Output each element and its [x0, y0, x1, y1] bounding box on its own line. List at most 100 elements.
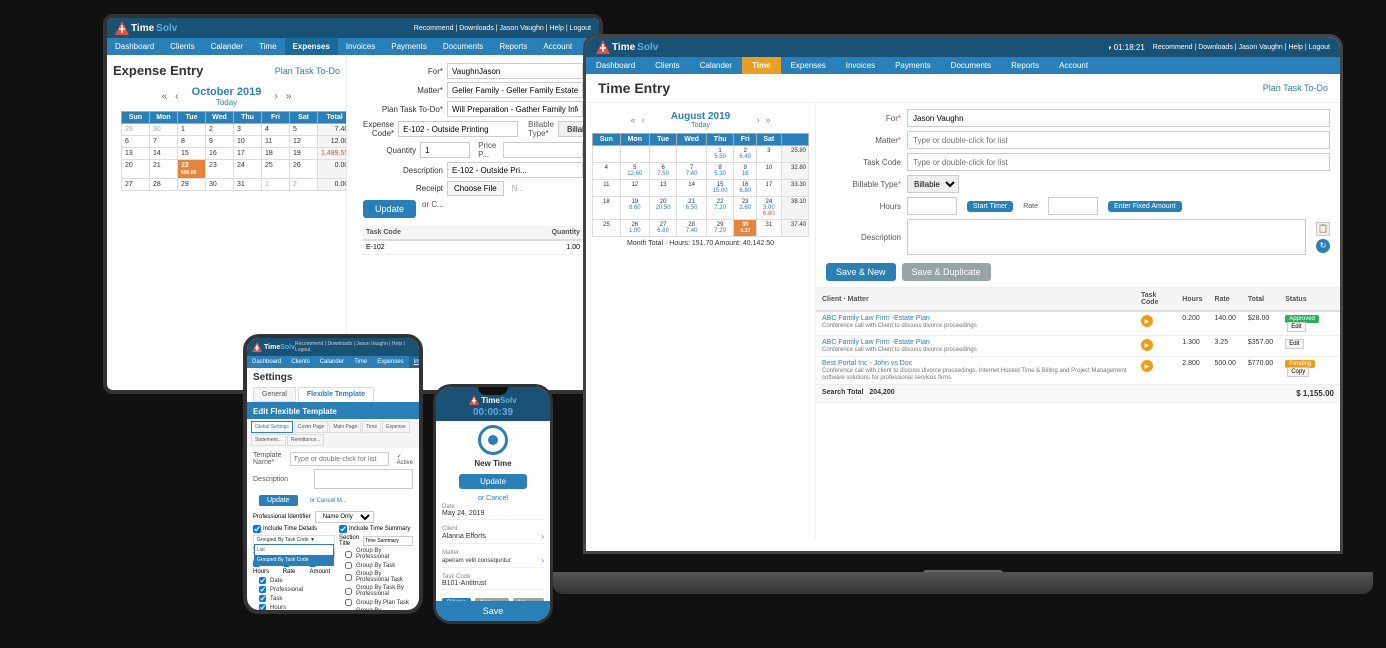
cal-cell[interactable]: 14: [150, 148, 178, 160]
nav-payments[interactable]: Payments: [383, 38, 435, 55]
phone-update-button[interactable]: Update: [459, 474, 527, 489]
professional-id-select[interactable]: Name Only: [315, 511, 374, 523]
nav-reports[interactable]: Reports: [491, 38, 535, 55]
quantity-input[interactable]: [420, 142, 470, 158]
subtab-remittance[interactable]: Remittance...: [287, 434, 324, 446]
cal-cell[interactable]: 26.40: [734, 146, 757, 163]
cal-cell[interactable]: 77.40: [677, 163, 707, 180]
cal-cell[interactable]: 24: [234, 160, 262, 179]
group-task-prof-checkbox[interactable]: [345, 588, 352, 595]
grouped-by-dropdown[interactable]: Grouped By Task Code ▼ List Grouped By T…: [253, 535, 335, 545]
cal-cell[interactable]: 4: [593, 163, 621, 180]
cal-cell[interactable]: 18: [262, 148, 290, 160]
tablet-nav-calander[interactable]: Calander: [315, 356, 349, 368]
expense-code-input[interactable]: [398, 121, 518, 137]
include-time-checkbox[interactable]: [253, 525, 261, 533]
cal-cell[interactable]: 31: [234, 179, 262, 191]
cal-cell[interactable]: 198.60: [620, 197, 649, 220]
timer-icon[interactable]: ▶: [1141, 360, 1153, 372]
cal-cell[interactable]: [620, 146, 649, 163]
cal-cell[interactable]: 3: [234, 124, 262, 136]
phone-matter-arrow[interactable]: ›: [541, 556, 544, 565]
cal-cell[interactable]: 25: [593, 220, 621, 237]
edit-button[interactable]: Edit: [1285, 339, 1303, 349]
cal-cell[interactable]: 243.006.80: [757, 197, 781, 220]
subtab-expense[interactable]: Expense: [382, 421, 409, 433]
cal-cell[interactable]: 216.50: [677, 197, 707, 220]
nav-dashboard[interactable]: Dashboard: [107, 38, 162, 55]
subtab-statement[interactable]: Statement...: [251, 434, 286, 446]
group-plan-checkbox[interactable]: [345, 599, 352, 606]
cal-cell[interactable]: 10: [234, 136, 262, 148]
nav-account[interactable]: Account: [535, 38, 580, 55]
phone-client-value[interactable]: Alanna Efforts ›: [442, 532, 544, 544]
tablet-nav-time[interactable]: Time: [349, 356, 372, 368]
update-button[interactable]: Update: [363, 200, 416, 218]
laptop-cal-next-next[interactable]: »: [766, 115, 771, 125]
te-task-input[interactable]: [907, 153, 1330, 171]
laptop-nav-clients[interactable]: Clients: [645, 57, 689, 74]
cal-cell[interactable]: 1: [262, 179, 290, 191]
dropdown-item-grouped[interactable]: Grouped By Task Code: [255, 555, 333, 565]
laptop-nav-calander[interactable]: Calander: [690, 57, 742, 74]
matter-input[interactable]: [447, 82, 583, 98]
cal-cell[interactable]: 232.60: [734, 197, 757, 220]
client-matter-link[interactable]: Best Portal Inc - John vs Doc: [822, 360, 912, 367]
description-input[interactable]: [447, 162, 583, 178]
cal-cell[interactable]: 18: [593, 197, 621, 220]
cal-cell[interactable]: 26: [290, 160, 318, 179]
cal-cell[interactable]: 3: [757, 146, 781, 163]
edit-button[interactable]: Edit: [1287, 322, 1305, 332]
cal-cell[interactable]: 1: [178, 124, 206, 136]
cal-cell[interactable]: 14: [677, 180, 707, 197]
laptop-nav-documents[interactable]: Documents: [941, 57, 1001, 74]
cal-cell[interactable]: [677, 146, 707, 163]
te-billable-select[interactable]: Billable: [907, 175, 959, 193]
cal-cell[interactable]: 31: [757, 220, 781, 237]
for-input[interactable]: [447, 63, 583, 79]
cal-cell[interactable]: 2020.50: [649, 197, 676, 220]
nav-documents[interactable]: Documents: [435, 38, 491, 55]
cal-cell[interactable]: [593, 146, 621, 163]
cal-cell[interactable]: 17: [757, 180, 781, 197]
cal-prev[interactable]: ‹: [175, 91, 178, 102]
cal-cell[interactable]: 28: [150, 179, 178, 191]
choose-file-button[interactable]: Choose File: [447, 181, 504, 196]
cal-cell[interactable]: 20: [122, 160, 150, 179]
laptop-cal-today[interactable]: Today: [651, 122, 751, 129]
cal-cell[interactable]: 25: [262, 160, 290, 179]
cal-cell[interactable]: 29: [122, 124, 150, 136]
copy-icon[interactable]: 📋: [1316, 222, 1330, 236]
cal-cell[interactable]: 2: [290, 179, 318, 191]
phone-cancel-link[interactable]: or Cancel: [436, 495, 550, 502]
group-prof-task-checkbox[interactable]: [345, 574, 352, 581]
cal-cell[interactable]: 16: [206, 148, 234, 160]
cal-cell[interactable]: 30: [150, 124, 178, 136]
hours-detail-checkbox[interactable]: [259, 604, 266, 610]
tab-flexible-template[interactable]: Flexible Template: [298, 387, 374, 402]
cal-cell[interactable]: 30: [206, 179, 234, 191]
dropdown-item-list[interactable]: List: [255, 545, 333, 555]
plan-task-input[interactable]: [447, 101, 583, 117]
tablet-nav-dashboard[interactable]: Dashboard: [247, 356, 286, 368]
laptop-plan-link[interactable]: Plan Task To-Do: [1263, 83, 1328, 93]
group-task-checkbox[interactable]: [345, 562, 352, 569]
cal-cell[interactable]: 11: [262, 136, 290, 148]
start-timer-button[interactable]: Start Timer: [967, 201, 1013, 212]
phone-task-value[interactable]: B101-Antitrust: [442, 580, 544, 590]
client-matter-link[interactable]: ABC Family Law Firm -Estate Plan: [822, 339, 930, 346]
subtab-global[interactable]: Global Settings: [251, 421, 293, 433]
cal-cell[interactable]: 8: [178, 136, 206, 148]
laptop-cal-prev[interactable]: ‹: [642, 115, 645, 125]
laptop-nav-reports[interactable]: Reports: [1001, 57, 1049, 74]
price-input[interactable]: [503, 142, 583, 158]
client-matter-link[interactable]: ABC Family Law Firm -Estate Plan: [822, 315, 930, 322]
laptop-nav-invoices[interactable]: Invoices: [836, 57, 885, 74]
nav-calander[interactable]: Calander: [203, 38, 251, 55]
cal-cell[interactable]: 166.80: [734, 180, 757, 197]
cal-cell[interactable]: 4: [262, 124, 290, 136]
professional-checkbox[interactable]: [259, 586, 266, 593]
cal-cell[interactable]: 12: [620, 180, 649, 197]
save-duplicate-button[interactable]: Save & Duplicate: [902, 263, 991, 281]
laptop-cal-next[interactable]: ›: [757, 115, 760, 125]
